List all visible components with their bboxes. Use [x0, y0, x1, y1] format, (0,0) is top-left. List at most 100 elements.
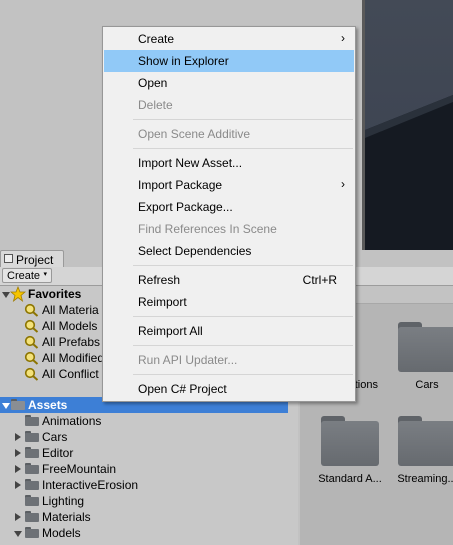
favorite-item-label: All Conflict: [42, 367, 99, 381]
scene-view[interactable]: [362, 0, 453, 250]
expand-arrow-icon[interactable]: [15, 465, 21, 473]
expand-arrow-icon[interactable]: [15, 449, 21, 457]
menu-item-export-package[interactable]: Export Package...: [104, 196, 354, 218]
menu-item-label: Delete: [138, 98, 173, 112]
menu-item-open[interactable]: Open: [104, 72, 354, 94]
context-menu: Create › Show in Explorer Open Delete Op…: [102, 26, 356, 402]
menu-item-label: Run API Updater...: [138, 353, 238, 367]
menu-item-label: Select Dependencies: [138, 244, 252, 258]
menu-item-refresh[interactable]: Refresh Ctrl+R: [104, 269, 354, 291]
menu-item-select-dependencies[interactable]: Select Dependencies: [104, 240, 354, 262]
tab-project[interactable]: Project: [0, 250, 64, 267]
menu-item-delete[interactable]: Delete: [104, 94, 354, 116]
search-filter-icon: [24, 351, 39, 365]
menu-item-label: Reimport: [138, 295, 187, 309]
menu-separator: [133, 265, 353, 266]
menu-item-create[interactable]: Create ›: [104, 28, 354, 50]
folder-icon: [11, 399, 25, 410]
project-tab-icon: [4, 254, 13, 263]
menu-item-find-references[interactable]: Find References In Scene: [104, 218, 354, 240]
menu-separator: [133, 345, 353, 346]
expand-arrow-icon[interactable]: [2, 403, 10, 409]
menu-item-label: Import New Asset...: [138, 156, 243, 170]
folder-label: Models: [42, 526, 81, 540]
chevron-down-icon: ▾: [43, 271, 47, 278]
menu-item-import-new-asset[interactable]: Import New Asset...: [104, 152, 354, 174]
folder-row[interactable]: Materials: [0, 509, 298, 525]
menu-separator: [133, 148, 353, 149]
favorites-label: Favorites: [28, 287, 82, 301]
menu-item-label: Open C# Project: [138, 382, 227, 396]
folder-label: FreeMountain: [42, 462, 117, 476]
menu-item-reimport[interactable]: Reimport: [104, 291, 354, 313]
folder-row[interactable]: Editor: [0, 445, 298, 461]
expand-arrow-icon[interactable]: [15, 433, 21, 441]
folder-row[interactable]: FreeMountain: [0, 461, 298, 477]
folder-label: Lighting: [42, 494, 85, 508]
search-filter-icon: [24, 367, 39, 381]
folder-icon: [25, 415, 39, 426]
folder-icon[interactable]: [321, 416, 379, 466]
folder-label: Materials: [42, 510, 91, 524]
chevron-right-icon: ›: [341, 177, 345, 191]
folder-label: InteractiveErosion: [42, 478, 139, 492]
menu-item-label: Refresh: [138, 273, 181, 287]
folder-icon: [25, 511, 39, 522]
menu-separator: [133, 374, 353, 375]
create-dropdown-button[interactable]: Create ▾: [2, 268, 52, 283]
menu-item-label: Open Scene Additive: [138, 127, 251, 141]
menu-item-label: Create: [138, 32, 175, 46]
create-button-label: Create: [7, 270, 41, 282]
expand-arrow-icon[interactable]: [14, 531, 22, 537]
folder-row[interactable]: Animations: [0, 413, 298, 429]
search-filter-icon: [24, 319, 39, 333]
menu-item-label: Reimport All: [138, 324, 203, 338]
expand-arrow-icon[interactable]: [15, 481, 21, 489]
folder-row[interactable]: Lighting: [0, 493, 298, 509]
favorite-item-label: All Materia: [42, 303, 99, 317]
menu-item-import-package[interactable]: Import Package ›: [104, 174, 354, 196]
folder-label: Animations: [42, 414, 102, 428]
menu-item-shortcut: Ctrl+R: [302, 273, 337, 287]
menu-item-label: Show in Explorer: [138, 54, 229, 68]
folder-icon[interactable]: [398, 416, 453, 466]
chevron-right-icon: ›: [341, 31, 345, 45]
folder-icon[interactable]: [398, 322, 453, 372]
favorite-item-label: All Prefabs: [42, 335, 101, 349]
menu-item-run-api-updater[interactable]: Run API Updater...: [104, 349, 354, 371]
folder-icon: [25, 527, 39, 538]
scene-terrain: [365, 95, 453, 250]
search-filter-icon: [24, 303, 39, 317]
star-icon: [10, 286, 26, 302]
folder-label: Editor: [42, 446, 74, 460]
folder-icon: [25, 479, 39, 490]
menu-item-reimport-all[interactable]: Reimport All: [104, 320, 354, 342]
favorite-item-label: All Models: [42, 319, 98, 333]
folder-row[interactable]: Cars: [0, 429, 298, 445]
menu-item-open-scene-additive[interactable]: Open Scene Additive: [104, 123, 354, 145]
favorite-item-label: All Modified: [42, 351, 105, 365]
search-filter-icon: [24, 335, 39, 349]
assets-label: Assets: [28, 398, 68, 412]
tab-project-label: Project: [16, 253, 54, 267]
menu-item-label: Import Package: [138, 178, 223, 192]
folder-label: Cars: [42, 430, 68, 444]
expand-arrow-icon[interactable]: [2, 292, 10, 298]
menu-item-label: Export Package...: [138, 200, 233, 214]
folder-icon: [25, 431, 39, 442]
folder-icon: [25, 463, 39, 474]
expand-arrow-icon[interactable]: [15, 513, 21, 521]
menu-separator: [133, 119, 353, 120]
menu-item-show-in-explorer[interactable]: Show in Explorer: [104, 50, 354, 72]
menu-item-label: Open: [138, 76, 168, 90]
grid-item-label: Standard A...: [318, 473, 382, 485]
grid-item-label: Streaming...: [397, 473, 453, 485]
menu-item-label: Find References In Scene: [138, 222, 277, 236]
grid-item-label: Cars: [415, 379, 439, 391]
menu-item-open-csharp-project[interactable]: Open C# Project: [104, 378, 354, 400]
folder-row[interactable]: Models: [0, 525, 298, 541]
folder-icon: [25, 447, 39, 458]
folder-icon: [25, 495, 39, 506]
folder-row[interactable]: InteractiveErosion: [0, 477, 298, 493]
menu-separator: [133, 316, 353, 317]
